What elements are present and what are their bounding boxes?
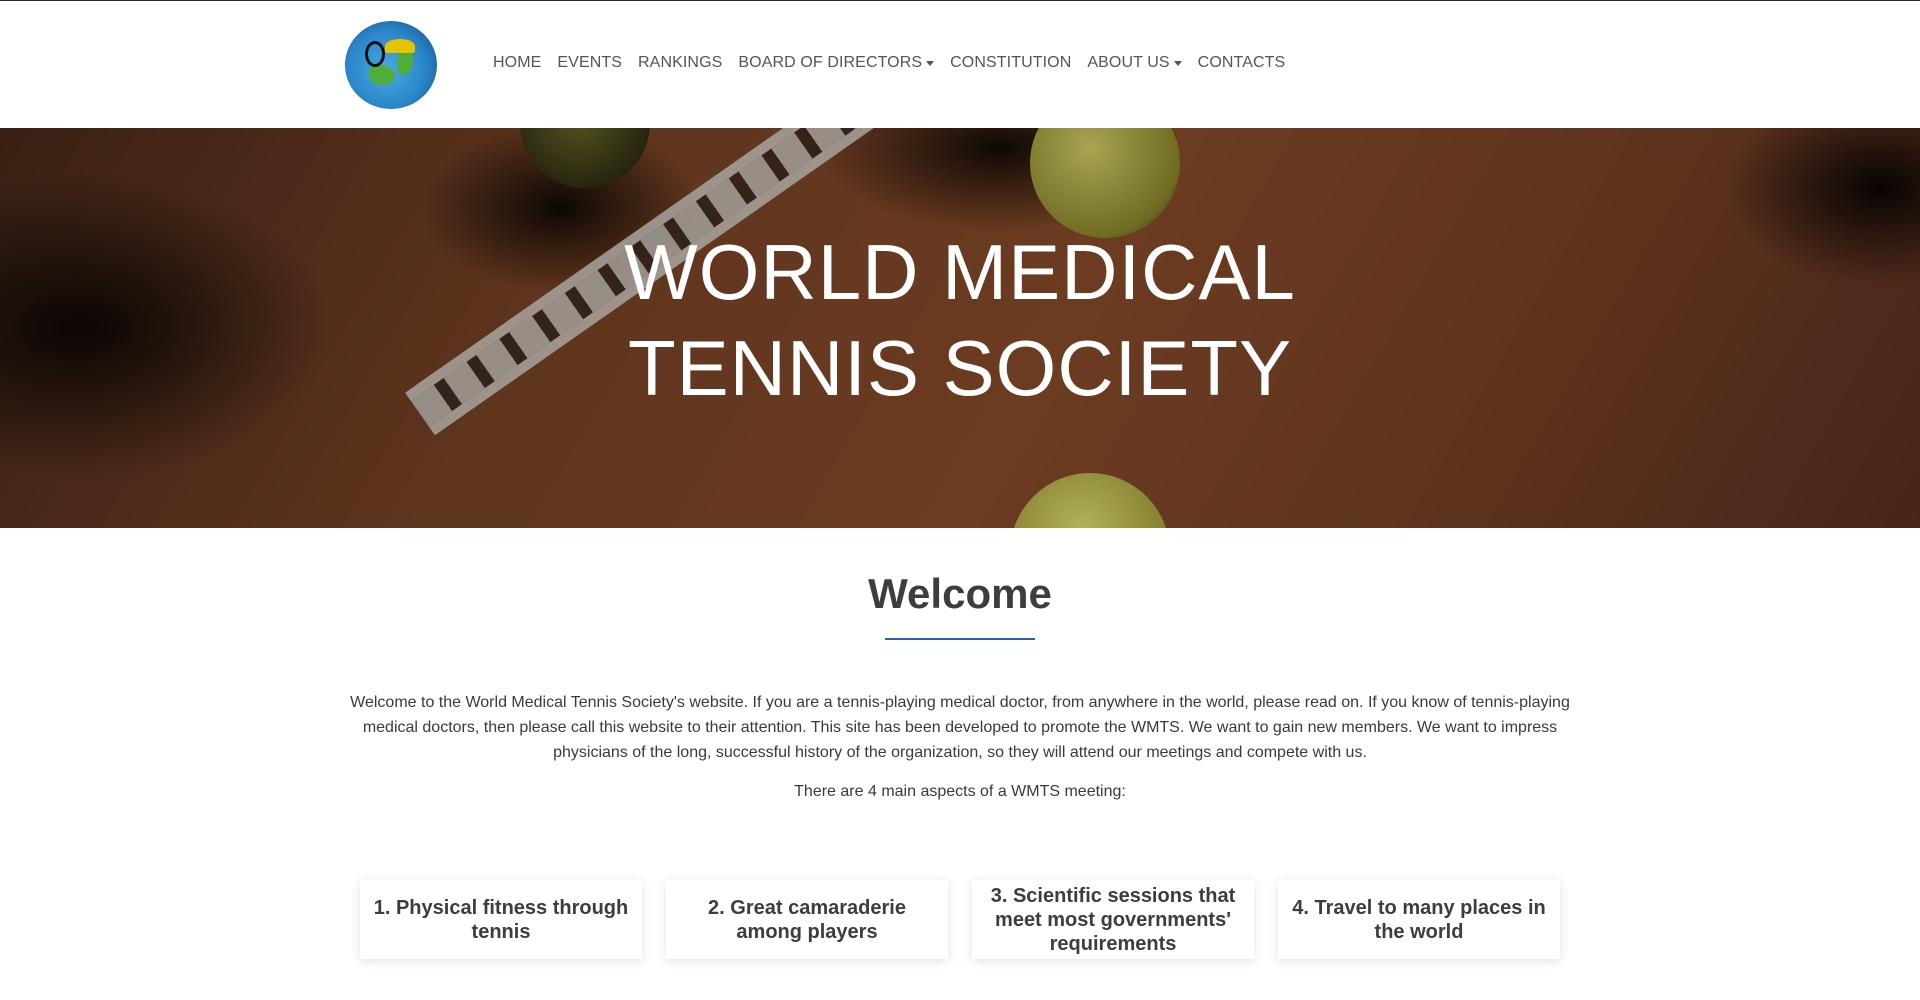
nav-constitution-label: CONSTITUTION	[950, 54, 1072, 71]
aspect-card: 4. Travel to many places in the world	[1278, 880, 1560, 959]
nav-rankings-label: RANKINGS	[638, 54, 723, 71]
main-nav: HOME EVENTS RANKINGS BOARD OF DIRECTORS …	[493, 54, 1301, 72]
welcome-heading: Welcome	[868, 570, 1052, 617]
nav-constitution[interactable]: CONSTITUTION	[950, 54, 1071, 72]
caret-down-icon	[1173, 60, 1182, 66]
nav-events[interactable]: EVENTS	[557, 54, 622, 72]
aspects-lead-text: There are 4 main aspects of a WMTS meeti…	[794, 783, 1126, 800]
navbar: HOME EVENTS RANKINGS BOARD OF DIRECTORS …	[0, 1, 1920, 128]
aspect-card-label: 1. Physical fitness through tennis	[373, 896, 629, 943]
hero-banner: WORLD MEDICAL TENNIS SOCIETY	[0, 128, 1920, 528]
aspects-cards: 1. Physical fitness through tennis 2. Gr…	[360, 880, 1560, 959]
aspect-card-label: 4. Travel to many places in the world	[1292, 896, 1546, 943]
hero-title: WORLD MEDICAL TENNIS SOCIETY	[0, 224, 1920, 416]
nav-board-of-directors-dropdown[interactable]: BOARD OF DIRECTORS	[738, 54, 935, 72]
logo-text-ring	[349, 25, 433, 105]
nav-home[interactable]: HOME	[493, 54, 541, 72]
welcome-intro-text: Welcome to the World Medical Tennis Soci…	[350, 694, 1570, 761]
aspect-card: 1. Physical fitness through tennis	[360, 880, 642, 959]
nav-contacts-label: CONTACTS	[1197, 54, 1286, 71]
nav-events-label: EVENTS	[557, 54, 623, 71]
nav-about-us-dropdown[interactable]: ABOUT US	[1087, 54, 1182, 72]
welcome-underline	[885, 638, 1035, 640]
nav-home-label: HOME	[493, 54, 542, 71]
aspect-card-label: 2. Great camaraderie among players	[708, 896, 906, 943]
aspect-card: 3. Scientific sessions that meet most go…	[972, 880, 1254, 959]
nav-board-label: BOARD OF DIRECTORS	[738, 54, 923, 71]
wmts-logo[interactable]	[345, 21, 437, 109]
aspect-card-label: 3. Scientific sessions that meet most go…	[990, 884, 1236, 955]
hero-title-line1: WORLD MEDICAL	[624, 228, 1296, 316]
hero-title-line2: TENNIS SOCIETY	[627, 324, 1293, 412]
caret-down-icon	[926, 60, 935, 66]
nav-rankings[interactable]: RANKINGS	[638, 54, 722, 72]
nav-about-label: ABOUT US	[1087, 54, 1170, 71]
aspect-card: 2. Great camaraderie among players	[666, 880, 948, 959]
nav-contacts[interactable]: CONTACTS	[1198, 54, 1286, 72]
